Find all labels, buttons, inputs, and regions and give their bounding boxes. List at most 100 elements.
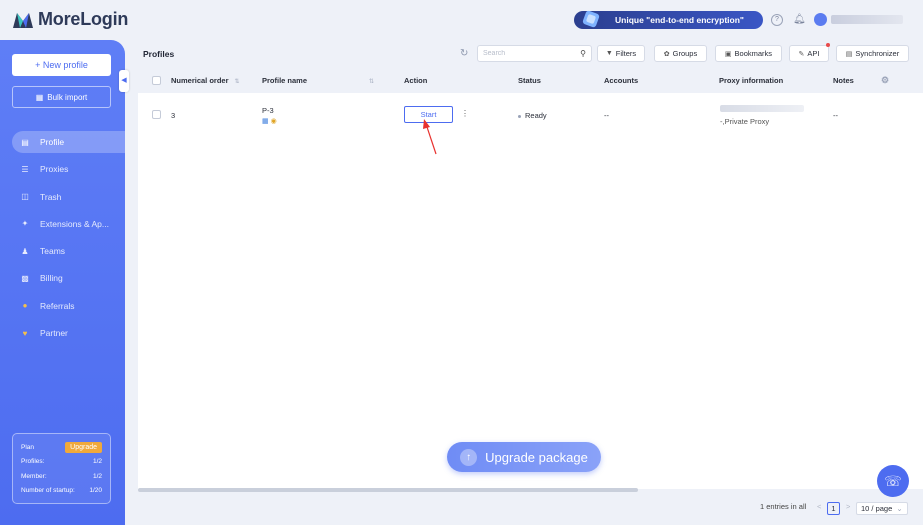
- profiles-table: Numerical order ⇅ Profile name ⇅ Action St…: [138, 69, 923, 489]
- next-page-icon[interactable]: >: [846, 502, 850, 511]
- row-accounts: --: [604, 111, 609, 120]
- headset-support-icon[interactable]: ☏: [877, 465, 909, 497]
- page-number[interactable]: 1: [827, 502, 840, 515]
- per-page-value: 10 / page: [861, 504, 893, 513]
- column-label: Profile name: [262, 76, 308, 85]
- search-input[interactable]: [483, 50, 563, 57]
- synchronizer-button[interactable]: ▤ Synchronizer: [836, 45, 909, 62]
- new-profile-button[interactable]: + New profile: [12, 54, 111, 76]
- sort-icon[interactable]: ⇅: [235, 79, 240, 85]
- sidebar-item-teams[interactable]: ♟ Teams: [12, 240, 125, 262]
- bulk-import-button[interactable]: ▦ Bulk import: [12, 86, 111, 108]
- sidebar-item-label: Trash: [40, 191, 62, 202]
- prev-page-icon[interactable]: <: [817, 502, 821, 511]
- encryption-cube-icon: [582, 10, 600, 28]
- column-label: Numerical order: [171, 76, 229, 85]
- upgrade-badge[interactable]: Upgrade: [65, 441, 102, 453]
- avatar[interactable]: [814, 13, 827, 26]
- status-dot: [518, 114, 521, 118]
- row-checkbox[interactable]: [152, 110, 161, 119]
- sidebar-item-billing[interactable]: ▩ Billing: [12, 267, 125, 289]
- groups-button[interactable]: ✿ Groups: [654, 45, 707, 62]
- sidebar-item-label: Proxies: [40, 164, 69, 175]
- bookmark-icon: ▣: [724, 50, 732, 58]
- sidebar-item-label: Referrals: [40, 300, 75, 311]
- help-icon[interactable]: ?: [771, 14, 783, 26]
- column-profile-name[interactable]: Profile name ⇅: [262, 76, 374, 85]
- encryption-promo-banner[interactable]: Unique "end-to-end encryption": [574, 10, 763, 29]
- api-label: API: [807, 49, 820, 58]
- groups-label: Groups: [672, 49, 698, 58]
- plan-label: Plan: [21, 443, 35, 451]
- sidebar-item-label: Extensions & Ap...: [40, 218, 109, 229]
- proxies-icon: ☰: [21, 164, 29, 174]
- import-icon: ▦: [35, 92, 44, 102]
- puzzle-icon: ✦: [21, 219, 29, 229]
- profiles-label: Profiles:: [21, 458, 45, 466]
- api-button[interactable]: ✎ API: [789, 43, 830, 62]
- bookmarks-label: Bookmarks: [734, 49, 773, 58]
- startup-label: Number of startup:: [21, 487, 75, 495]
- column-numerical-order[interactable]: Numerical order ⇅: [171, 76, 240, 85]
- search-icon[interactable]: ⚲: [580, 49, 586, 58]
- sort-icon[interactable]: ⇅: [369, 79, 374, 85]
- select-all-checkbox[interactable]: [152, 76, 161, 85]
- trash-icon: ◫: [21, 192, 29, 202]
- sidebar-item-partner[interactable]: ♥ Partner: [12, 322, 125, 344]
- status-text: Ready: [525, 111, 547, 120]
- blurred-proxy-ip: [720, 105, 804, 112]
- sidebar-item-trash[interactable]: ◫ Trash: [12, 186, 125, 208]
- blurred-account-name[interactable]: [831, 15, 903, 24]
- notification-dot: [826, 43, 830, 47]
- column-accounts: Accounts: [604, 76, 639, 85]
- billing-icon: ▩: [21, 273, 29, 283]
- sidebar-nav: ▤ Profile ☰ Proxies ◫ Trash ✦ Extensions…: [12, 131, 125, 349]
- bell-icon[interactable]: 🔔︎: [793, 14, 806, 26]
- search-box[interactable]: ⚲: [477, 45, 592, 62]
- windows-icon: ▦: [262, 118, 269, 125]
- profile-icon: ▤: [21, 137, 29, 147]
- table-header: Numerical order ⇅ Profile name ⇅ Action St…: [138, 69, 923, 93]
- top-bar: MoreLogin Unique "end-to-end encryption"…: [0, 0, 923, 40]
- row-status: Ready: [518, 111, 547, 120]
- plan-card: Plan Upgrade Profiles: 1/2 Member: 1/2 N…: [12, 433, 111, 504]
- column-status: Status: [518, 76, 541, 85]
- os-browser-icons: ▦ ◉: [262, 117, 277, 125]
- start-button[interactable]: Start: [404, 106, 453, 123]
- refresh-icon[interactable]: ↻: [460, 48, 468, 59]
- sidebar-item-extensions[interactable]: ✦ Extensions & Ap...: [12, 213, 125, 235]
- sidebar-item-label: Teams: [40, 246, 66, 257]
- sidebar-item-profile[interactable]: ▤ Profile: [12, 131, 125, 153]
- main-content: Profiles ↻ ⚲ ▼ Filters ✿ Groups ▣ Bookma…: [125, 40, 923, 525]
- upgrade-package-button[interactable]: ↑ Upgrade package: [447, 442, 601, 472]
- more-options-icon[interactable]: ⋮: [461, 109, 469, 118]
- groups-icon: ✿: [663, 50, 670, 58]
- filter-icon: ▼: [605, 50, 613, 57]
- sidebar-item-referrals[interactable]: ● Referrals: [12, 295, 125, 317]
- row-notes: --: [833, 111, 838, 120]
- filters-label: Filters: [615, 49, 637, 58]
- table-row[interactable]: 3 P-3 ▦ ◉ Start ⋮ Ready -- -,Private Pro…: [138, 93, 923, 133]
- horizontal-scrollbar[interactable]: [138, 488, 638, 492]
- member-label: Member:: [21, 472, 47, 480]
- api-icon: ✎: [798, 50, 805, 58]
- sidebar-item-proxies[interactable]: ☰ Proxies: [12, 158, 125, 180]
- row-profile-name[interactable]: P-3: [262, 106, 274, 115]
- page-title: Profiles: [143, 49, 175, 59]
- column-notes: Notes: [833, 76, 854, 85]
- teams-icon: ♟: [21, 246, 29, 256]
- upgrade-package-label: Upgrade package: [485, 449, 588, 465]
- app-logo: MoreLogin: [12, 9, 128, 30]
- bookmarks-button[interactable]: ▣ Bookmarks: [715, 45, 782, 62]
- chevron-down-icon: ⌄: [896, 504, 903, 513]
- synchronizer-icon: ▤: [845, 50, 853, 58]
- column-settings-icon[interactable]: ⚙: [881, 75, 889, 86]
- sidebar-item-label: Partner: [40, 328, 68, 339]
- member-value: 1/2: [92, 472, 102, 480]
- entries-count: 1 entries in all: [760, 502, 807, 511]
- arrow-up-icon: ↑: [460, 448, 478, 466]
- filters-button[interactable]: ▼ Filters: [597, 45, 645, 62]
- heart-icon: ♥: [22, 328, 28, 338]
- morelogin-logo-icon: [13, 12, 33, 28]
- per-page-select[interactable]: 10 / page ⌄: [856, 502, 908, 515]
